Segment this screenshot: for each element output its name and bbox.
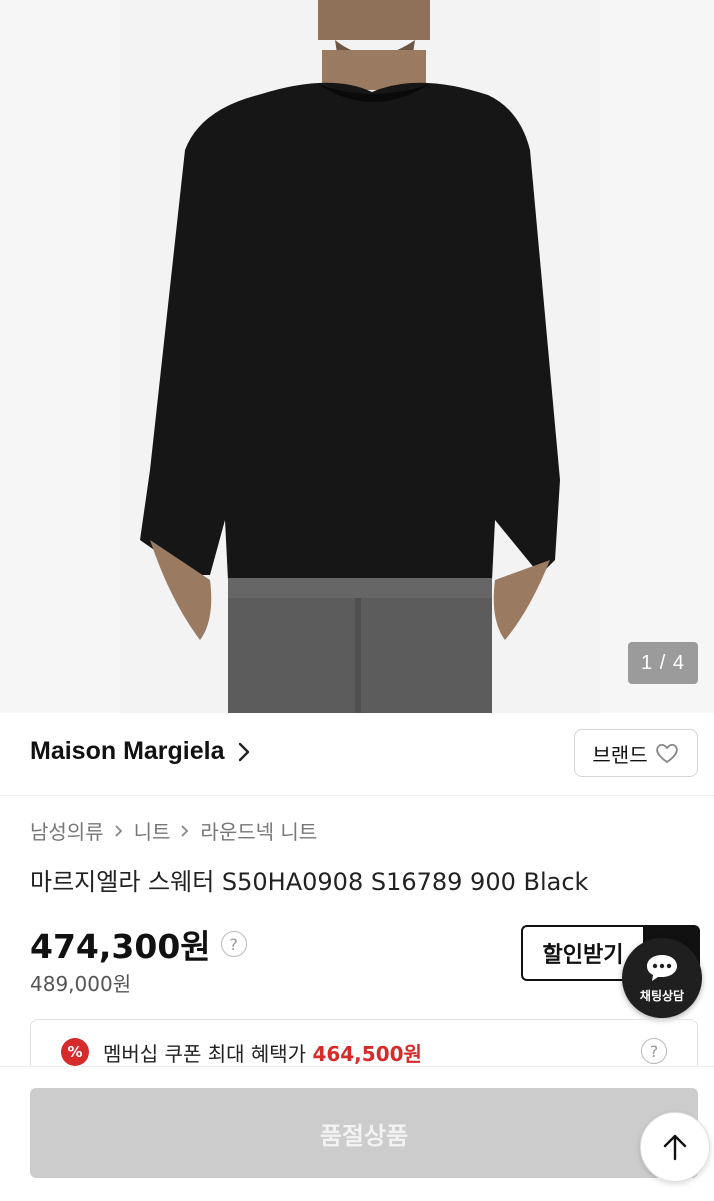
breadcrumb: 남성의류 니트 라운드넥 니트 <box>30 816 317 845</box>
brand-name: Maison Margiela <box>30 737 225 765</box>
scroll-top-button[interactable] <box>640 1112 710 1182</box>
chevron-right-icon <box>114 824 122 837</box>
arrow-up-icon <box>663 1134 687 1161</box>
breadcrumb-item[interactable]: 남성의류 <box>30 816 104 845</box>
coupon-label: 멤버십 쿠폰 최대 혜택가 <box>103 1042 307 1066</box>
breadcrumb-item[interactable]: 라운드넥 니트 <box>200 816 317 845</box>
product-image[interactable]: 1 / 4 <box>0 0 714 713</box>
coupon-price: 464,500원 <box>312 1042 422 1066</box>
original-price: 489,000원 <box>30 972 132 996</box>
product-title: 마르지엘라 스웨터 S50HA0908 S16789 900 Black <box>30 868 589 896</box>
brand-row: Maison Margiela 브랜드 <box>0 713 714 796</box>
image-counter: 1 / 4 <box>628 642 698 684</box>
brand-link[interactable]: Maison Margiela <box>30 737 251 766</box>
coupon-text: 멤버십 쿠폰 최대 혜택가 464,500원 <box>103 1038 422 1067</box>
brand-like-button[interactable]: 브랜드 <box>574 729 698 777</box>
sale-price: 474,300원 <box>30 927 211 966</box>
bottom-action-bar: 품절상품 <box>0 1066 714 1201</box>
help-icon[interactable]: ? <box>220 931 247 957</box>
product-photo <box>0 0 714 713</box>
help-icon[interactable]: ? <box>641 1038 667 1064</box>
chevron-right-icon <box>181 824 189 837</box>
sold-out-button[interactable]: 품절상품 <box>30 1088 698 1178</box>
heart-icon <box>655 743 678 764</box>
breadcrumb-item[interactable]: 니트 <box>134 816 171 845</box>
chat-label: 채팅상담 <box>639 988 685 1003</box>
price-block: 474,300원 ? <box>30 920 247 968</box>
brand-button-label: 브랜드 <box>592 742 648 767</box>
chat-icon <box>647 954 677 981</box>
chat-button[interactable]: 채팅상담 <box>622 938 702 1018</box>
percent-icon: % <box>61 1038 89 1066</box>
chevron-right-icon <box>238 742 249 761</box>
